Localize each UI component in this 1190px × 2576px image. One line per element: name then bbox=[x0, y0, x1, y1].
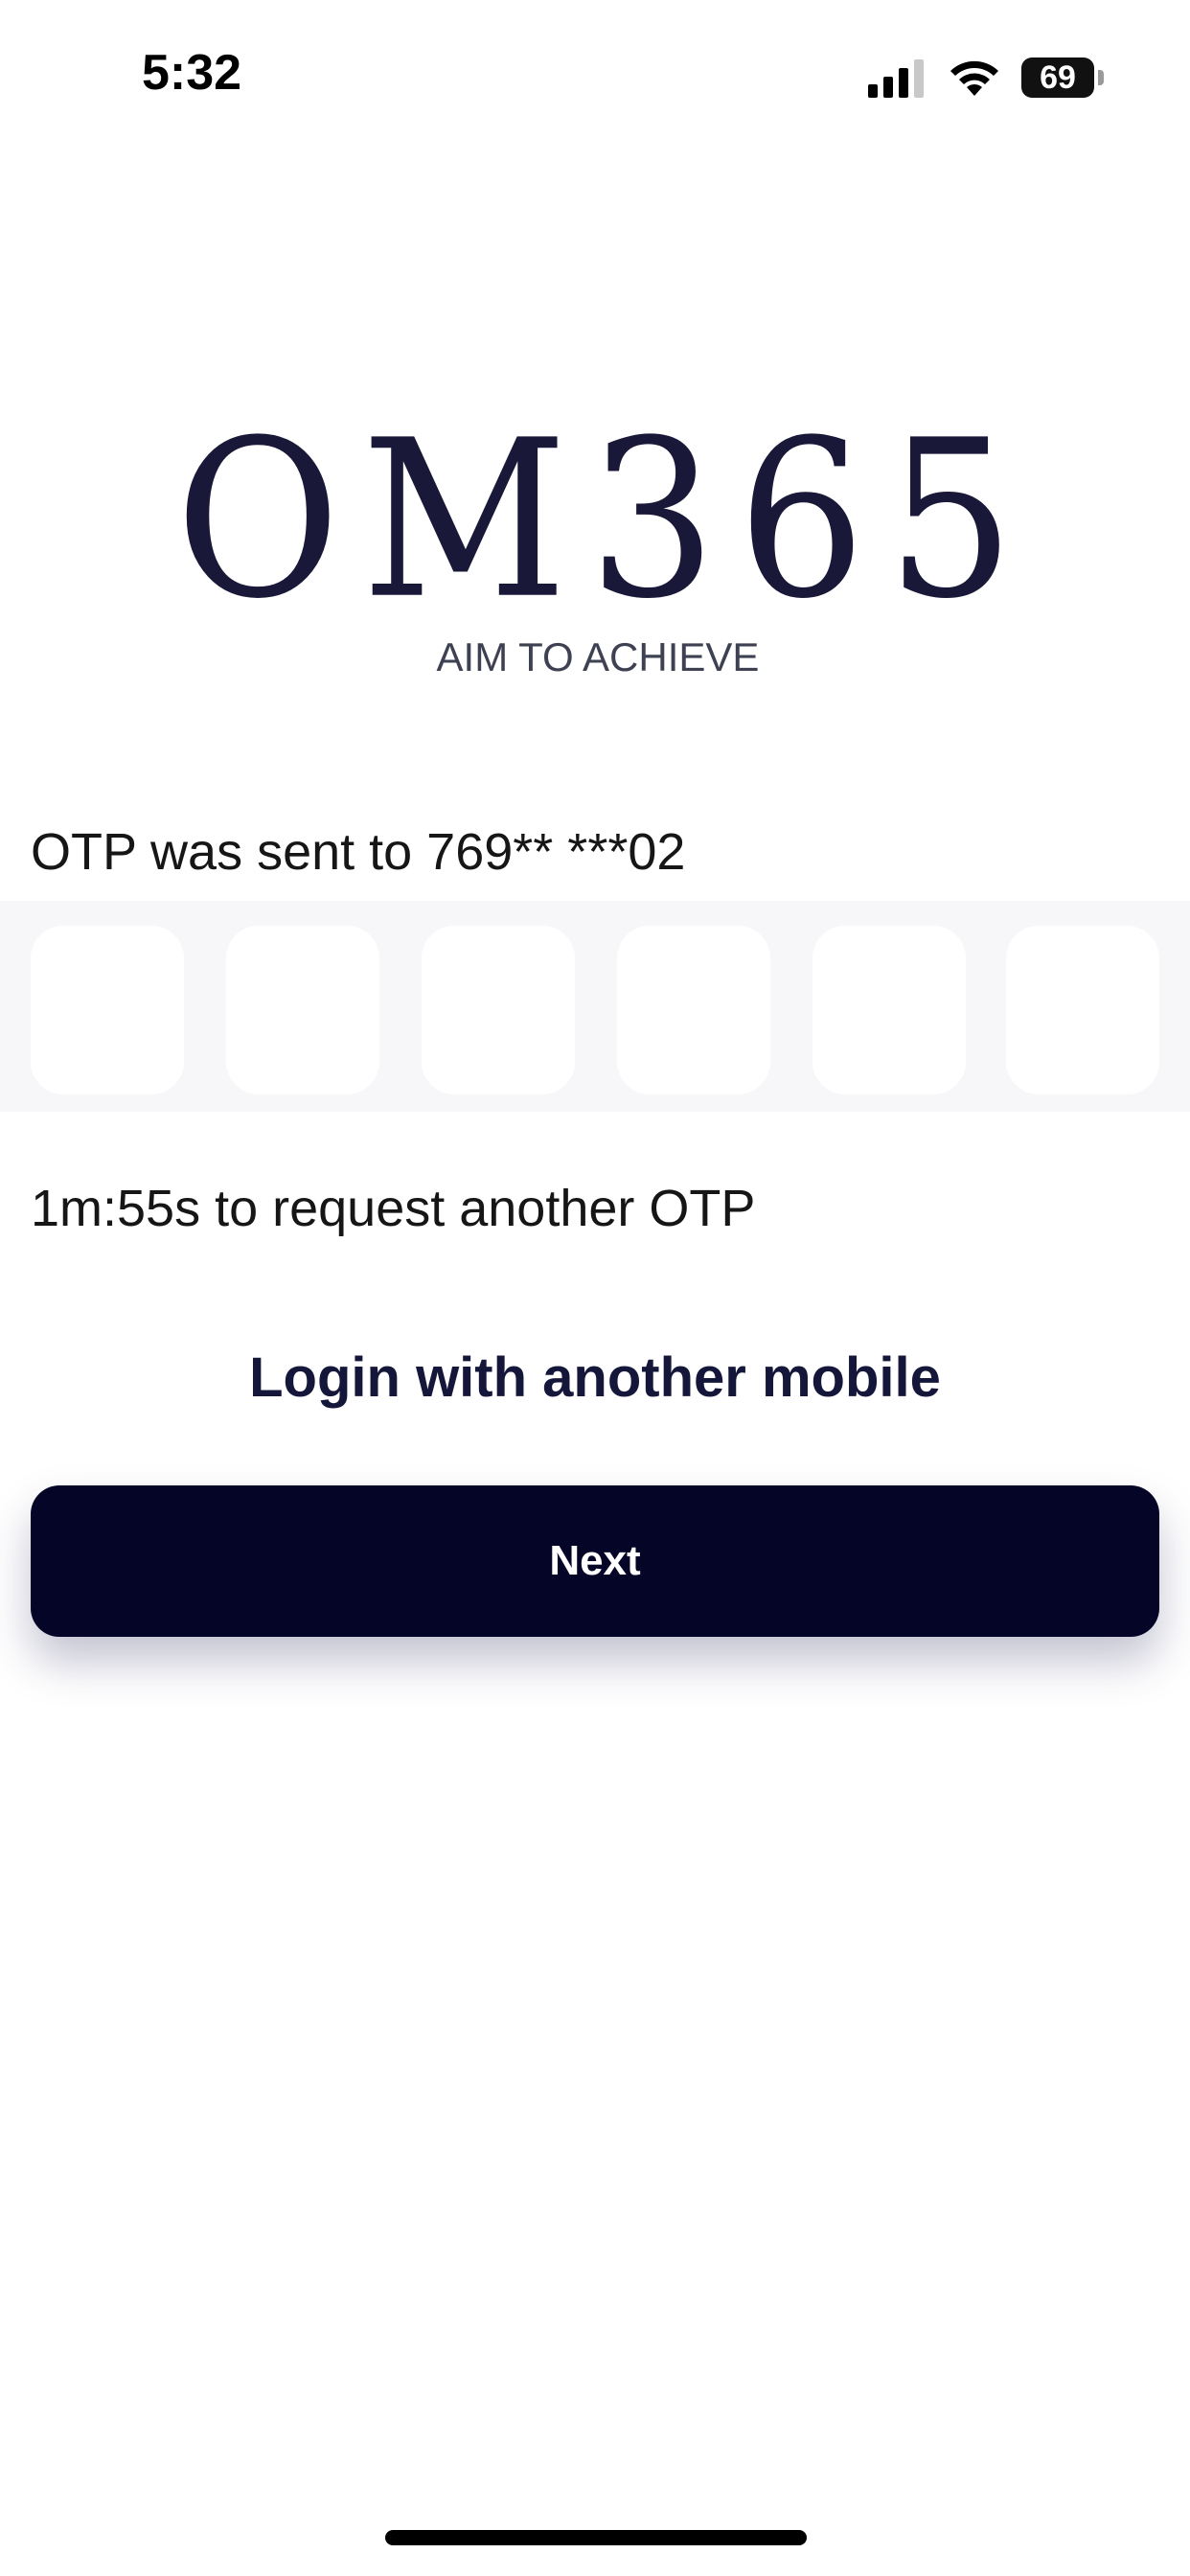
battery-body: 69 bbox=[1021, 58, 1094, 98]
next-button[interactable]: Next bbox=[31, 1485, 1159, 1637]
otp-sent-message: OTP was sent to 769** ***02 bbox=[31, 823, 686, 881]
brand-logo: OM365 AIM TO ACHIEVE bbox=[0, 411, 1190, 680]
otp-digit-4[interactable] bbox=[617, 926, 770, 1094]
home-indicator[interactable] bbox=[385, 2530, 807, 2545]
otp-digit-1[interactable] bbox=[31, 926, 184, 1094]
otp-input-group bbox=[0, 901, 1190, 1112]
battery-level: 69 bbox=[1040, 59, 1076, 96]
wifi-icon bbox=[950, 60, 998, 96]
battery-cap bbox=[1098, 70, 1104, 85]
signal-icon bbox=[868, 59, 924, 98]
logo-wordmark: OM365 bbox=[174, 393, 1036, 647]
resend-timer: 1m:55s to request another OTP bbox=[31, 1180, 756, 1237]
status-time: 5:32 bbox=[142, 45, 242, 101]
battery-icon: 69 bbox=[1021, 58, 1104, 98]
otp-screen: 5:32 69 OM365 AIM TO ACHIEVE OTP was sen… bbox=[0, 0, 1190, 2576]
login-another-mobile-link[interactable]: Login with another mobile bbox=[0, 1346, 1190, 1410]
otp-digit-5[interactable] bbox=[812, 926, 966, 1094]
next-button-label: Next bbox=[549, 1537, 641, 1584]
otp-digit-3[interactable] bbox=[422, 926, 575, 1094]
otp-digit-6[interactable] bbox=[1006, 926, 1159, 1094]
otp-digit-2[interactable] bbox=[226, 926, 379, 1094]
